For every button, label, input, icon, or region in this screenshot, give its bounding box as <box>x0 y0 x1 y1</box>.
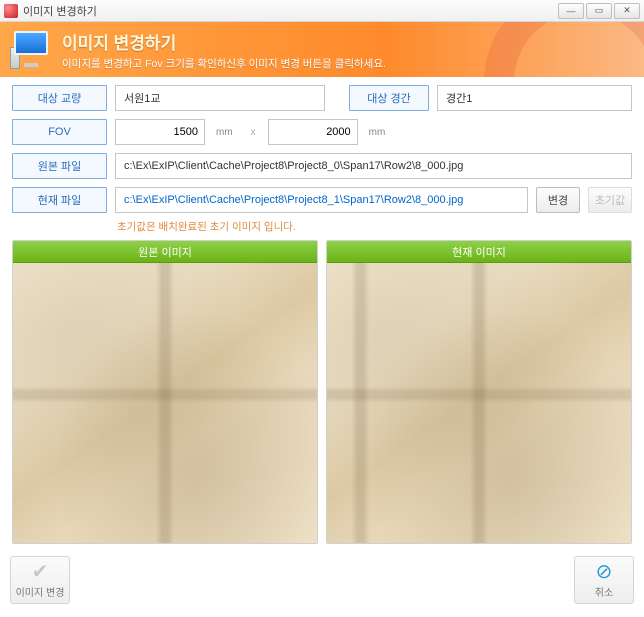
cancel-icon: ⊘ <box>596 562 613 582</box>
current-file-field[interactable]: c:\Ex\ExIP\Client\Cache\Project8\Project… <box>115 187 528 213</box>
window-titlebar: 이미지 변경하기 ― ▭ ✕ <box>0 0 644 22</box>
reset-button[interactable]: 초기값 <box>588 187 632 213</box>
target-bridge-field[interactable]: 서원1교 <box>115 85 325 111</box>
apply-image-change-button[interactable]: ✔ 이미지 변경 <box>10 556 70 604</box>
cancel-button-label: 취소 <box>595 584 613 599</box>
header-band: 이미지 변경하기 이미지를 변경하고 Fov 크기를 확인하신후 이미지 변경 … <box>0 22 644 77</box>
target-span-field[interactable]: 경간1 <box>437 85 632 111</box>
current-image-panel: 현재 이미지 <box>326 240 632 544</box>
fov-height-field[interactable]: 2000 <box>268 119 358 145</box>
fov-height-unit: mm <box>369 127 386 138</box>
fov-width-unit: mm <box>216 127 233 138</box>
minimize-button[interactable]: ― <box>558 3 584 19</box>
label-current-file: 현재 파일 <box>12 187 107 213</box>
original-file-value: c:\Ex\ExIP\Client\Cache\Project8\Project… <box>124 160 463 172</box>
label-original-file: 원본 파일 <box>12 153 107 179</box>
maximize-button[interactable]: ▭ <box>586 3 612 19</box>
current-image[interactable] <box>327 263 631 543</box>
target-span-value: 경간1 <box>446 90 472 106</box>
original-file-field[interactable]: c:\Ex\ExIP\Client\Cache\Project8\Project… <box>115 153 632 179</box>
fov-width-value: 1500 <box>174 126 198 138</box>
apply-button-label: 이미지 변경 <box>16 584 65 599</box>
original-image-header: 원본 이미지 <box>13 241 317 263</box>
change-button-label: 변경 <box>548 192 568 208</box>
window-title: 이미지 변경하기 <box>23 3 97 19</box>
fov-multiplier: x <box>251 127 256 138</box>
fov-height-value: 2000 <box>326 126 350 138</box>
label-target-bridge: 대상 교량 <box>12 85 107 111</box>
target-bridge-value: 서원1교 <box>124 90 160 106</box>
close-button[interactable]: ✕ <box>614 3 640 19</box>
hint-text: 초기값은 배치완료된 초기 이미지 입니다. <box>117 219 632 234</box>
cancel-button[interactable]: ⊘ 취소 <box>574 556 634 604</box>
fov-width-field[interactable]: 1500 <box>115 119 205 145</box>
label-fov: FOV <box>12 119 107 145</box>
reset-button-label: 초기값 <box>595 192 625 208</box>
current-image-header: 현재 이미지 <box>327 241 631 263</box>
original-image[interactable] <box>13 263 317 543</box>
original-image-panel: 원본 이미지 <box>12 240 318 544</box>
label-target-span: 대상 경간 <box>349 85 429 111</box>
check-icon: ✔ <box>32 562 49 582</box>
app-icon <box>4 4 18 18</box>
page-subtitle: 이미지를 변경하고 Fov 크기를 확인하신후 이미지 변경 버튼을 클릭하세요… <box>62 56 386 71</box>
page-title: 이미지 변경하기 <box>62 29 386 54</box>
change-button[interactable]: 변경 <box>536 187 580 213</box>
current-file-value: c:\Ex\ExIP\Client\Cache\Project8\Project… <box>124 194 463 206</box>
computer-icon <box>10 29 52 71</box>
